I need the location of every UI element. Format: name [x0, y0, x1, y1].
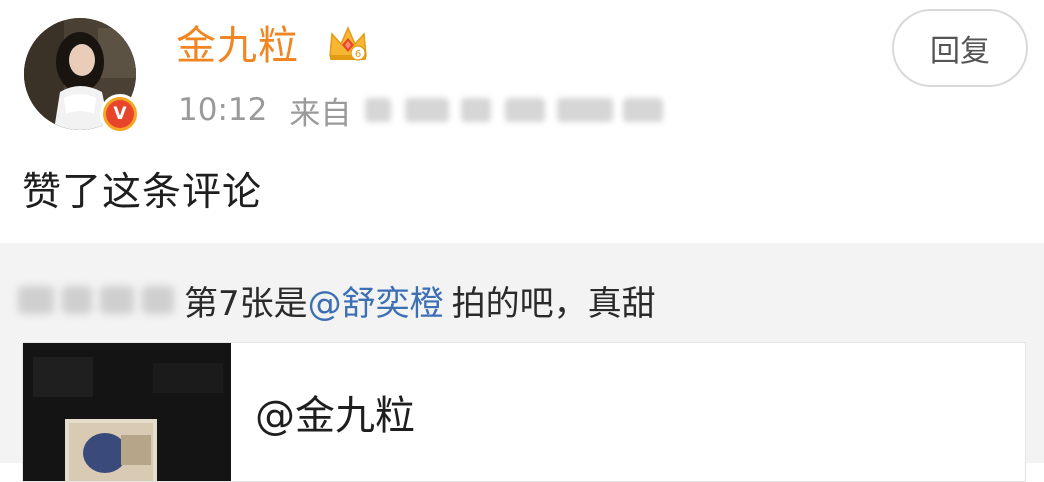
username[interactable]: 金九粒	[176, 20, 299, 72]
weibo-like-notification: V 金九粒 6 10:12 来自 回复 赞了这条评论	[0, 0, 1044, 243]
comment-line: 第7张是 @舒奕橙 拍的吧，真甜	[18, 273, 656, 327]
post-text: 赞了这条评论	[22, 170, 263, 215]
crown-level-icon: 6	[329, 26, 367, 61]
avatar[interactable]: V	[24, 18, 140, 134]
blurred-commenter-name	[18, 280, 178, 320]
mention-link[interactable]: @舒奕橙	[308, 276, 444, 325]
blurred-source-device	[365, 94, 665, 126]
original-post-card[interactable]: @金九粒	[22, 342, 1026, 482]
quoted-comment[interactable]: 第7张是 @舒奕橙 拍的吧，真甜 @金九粒	[0, 243, 1044, 482]
post-meta: 10:12 来自	[178, 86, 665, 134]
verified-badge-icon: V	[100, 94, 140, 134]
comment-text-prefix: 第7张是	[184, 283, 308, 324]
source-label: 来自	[289, 95, 352, 132]
comment-text-suffix: 拍的吧，真甜	[451, 283, 656, 324]
card-thumbnail	[23, 343, 231, 481]
card-title: @金九粒	[255, 393, 415, 439]
post-time: 10:12	[178, 92, 268, 128]
svg-text:6: 6	[355, 49, 361, 60]
reply-button[interactable]: 回复	[892, 9, 1028, 87]
